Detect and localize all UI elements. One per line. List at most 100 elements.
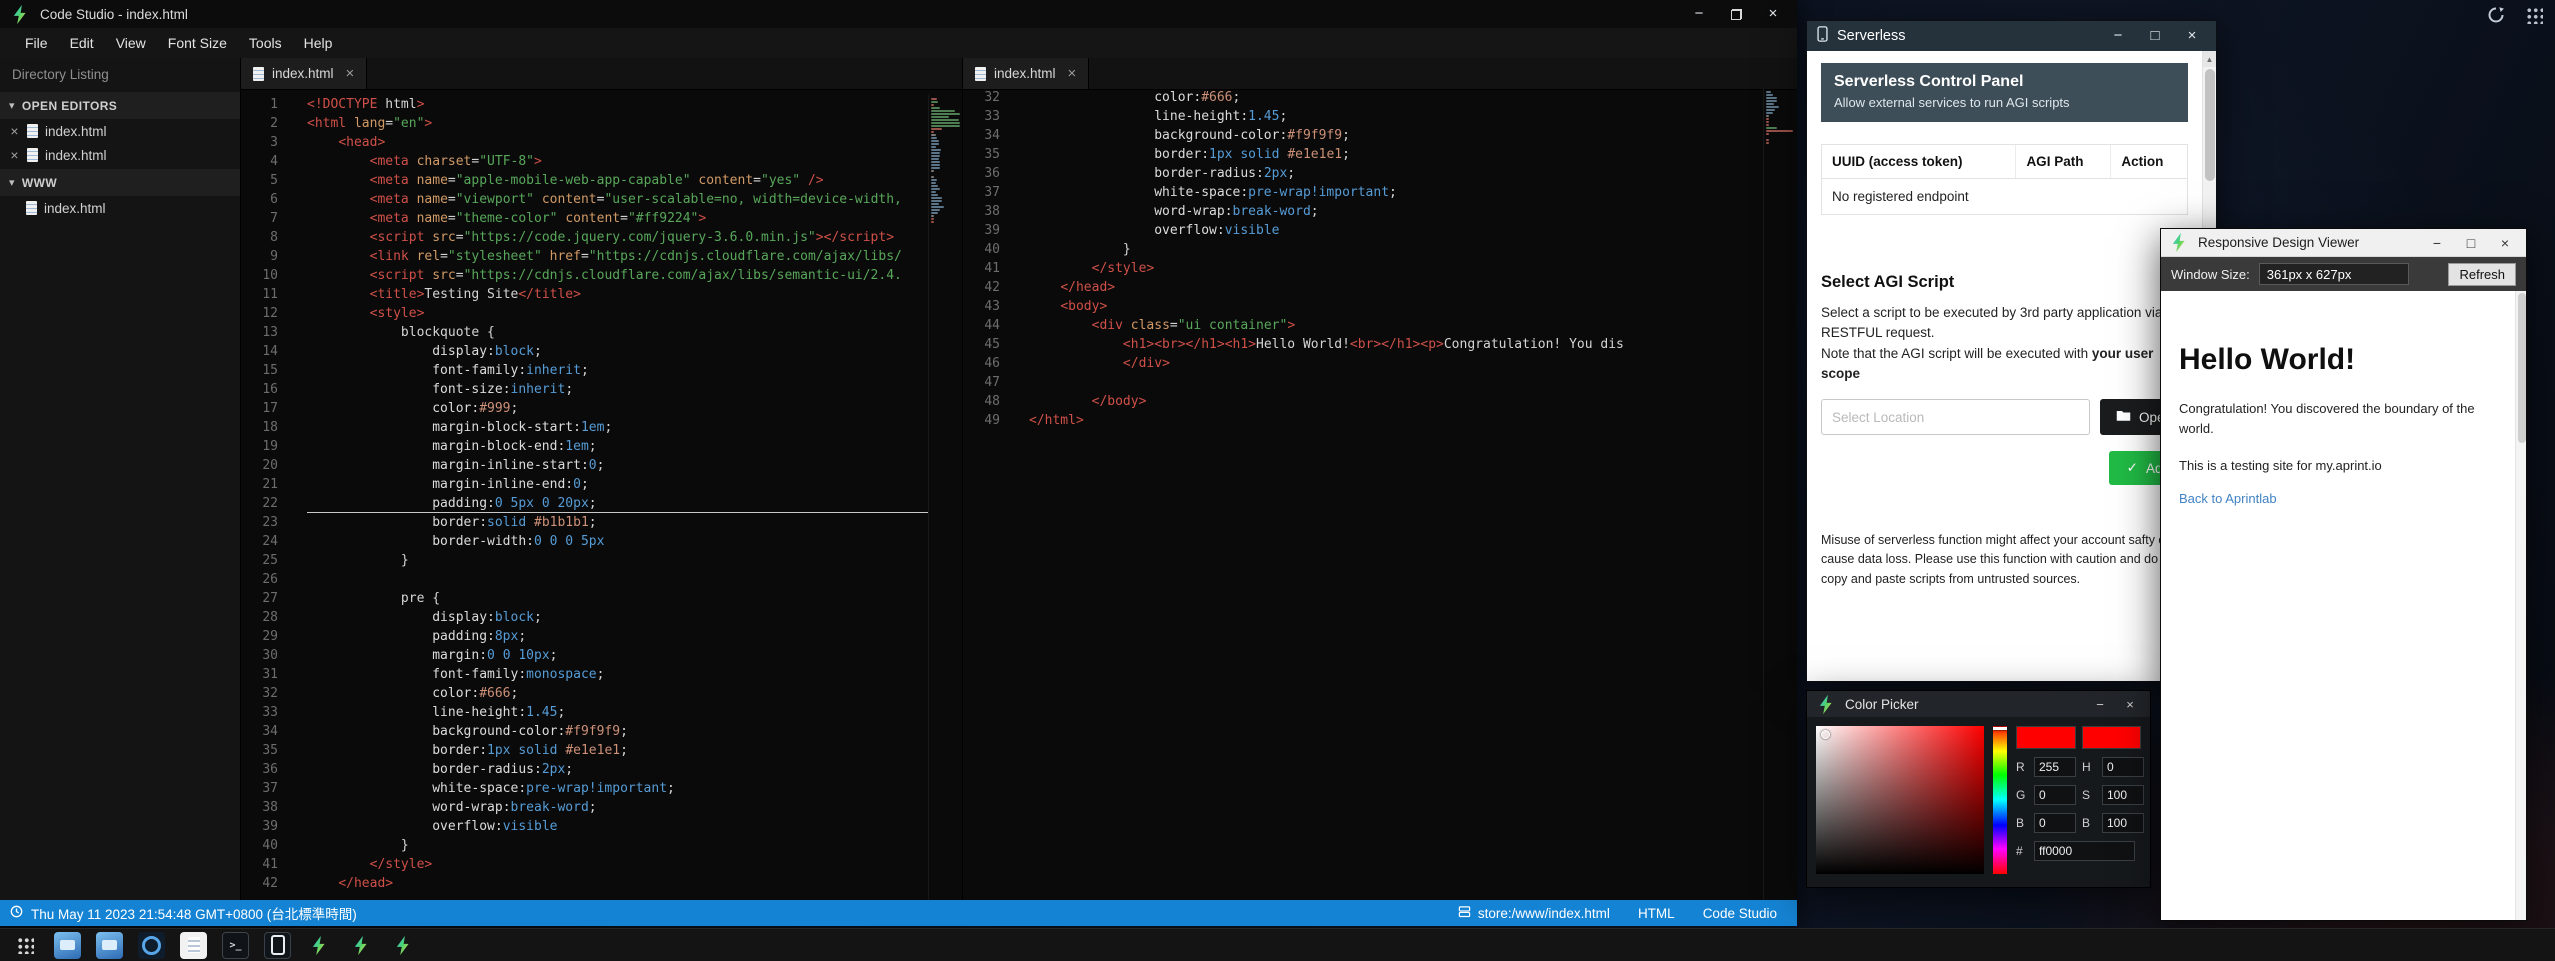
maximize-button[interactable]: □ [2141, 23, 2169, 49]
code-line: overflow:visible [1029, 221, 1763, 240]
scroll-up-icon[interactable]: ▲ [2203, 51, 2216, 67]
minimap-line [931, 125, 960, 127]
taskbar-apps-grid-icon[interactable] [12, 932, 39, 959]
close-file-icon[interactable]: × [9, 123, 20, 139]
sidebar-title: Directory Listing [0, 58, 240, 90]
color-picker-title-bar[interactable]: Color Picker − × [1807, 691, 2150, 717]
line-number: 19 [241, 437, 278, 456]
code-line: color:#999; [307, 399, 928, 418]
saturation-field[interactable] [2102, 785, 2144, 805]
scrollbar-thumb[interactable] [2518, 293, 2526, 443]
blue-field[interactable] [2034, 813, 2076, 833]
minimap-line [931, 212, 938, 214]
menu-font-size[interactable]: Font Size [157, 28, 238, 58]
preview-page: Hello World! Congratulation! You discove… [2161, 291, 2526, 920]
code-line: margin-inline-end:0; [307, 475, 928, 494]
minimize-button[interactable]: − [1685, 1, 1713, 27]
maximize-button[interactable]: □ [2458, 235, 2484, 251]
menu-help[interactable]: Help [293, 28, 344, 58]
apps-grid-dots [17, 937, 34, 954]
taskbar-files-icon[interactable] [96, 932, 123, 959]
line-number: 40 [241, 836, 278, 855]
menu-file[interactable]: File [14, 28, 59, 58]
minimap[interactable] [928, 95, 962, 900]
open-editors-list: ×index.html×index.html [0, 119, 240, 167]
code-line: <style> [307, 304, 928, 323]
code-area[interactable]: color:#666; line-height:1.45; background… [1015, 88, 1763, 900]
line-number: 32 [963, 88, 1000, 107]
minimize-button[interactable]: − [2424, 235, 2450, 251]
open-editors-header[interactable]: ▾ OPEN EDITORS [0, 92, 240, 119]
code-area[interactable]: <!DOCTYPE html><html lang="en"> <head> <… [293, 95, 928, 900]
minimap-line [1766, 121, 1769, 123]
taskbar-code-studio-icon[interactable] [348, 932, 375, 959]
code-editor-left[interactable]: 1234567891011121314151617181920212223242… [241, 90, 962, 900]
file-item[interactable]: ×index.html [0, 143, 240, 167]
taskbar-files-icon[interactable] [54, 932, 81, 959]
restore-button[interactable] [1722, 1, 1750, 27]
status-language[interactable]: HTML [1638, 906, 1675, 921]
minimap-line [931, 122, 960, 124]
tab-index-html[interactable]: index.html × [241, 58, 367, 89]
code-line: display:block; [307, 342, 928, 361]
title-bar[interactable]: Code Studio - index.html − × [0, 0, 1797, 28]
menu-tools[interactable]: Tools [238, 28, 293, 58]
close-button[interactable]: × [1759, 1, 1787, 27]
script-location-input[interactable] [1821, 399, 2090, 435]
minimize-button[interactable]: − [2104, 23, 2132, 49]
menu-edit[interactable]: Edit [59, 28, 105, 58]
minimize-button[interactable]: − [2089, 697, 2111, 712]
minimap-line [931, 158, 939, 160]
hex-field[interactable] [2034, 841, 2135, 861]
panel-title: Serverless Control Panel [1834, 73, 2175, 91]
refresh-icon[interactable] [2485, 4, 2507, 26]
line-number: 33 [241, 703, 278, 722]
code-line: margin:0 0 10px; [307, 646, 928, 665]
taskbar-code-studio-icon[interactable] [306, 932, 333, 959]
file-item[interactable]: ×index.html [0, 119, 240, 143]
scrollbar-thumb[interactable] [2205, 69, 2215, 181]
serverless-content: Serverless Control Panel Allow external … [1807, 51, 2216, 681]
line-number: 39 [241, 817, 278, 836]
line-number: 30 [241, 646, 278, 665]
responsive-viewer-title-bar[interactable]: Responsive Design Viewer − □ × [2161, 229, 2526, 257]
code-line: blockquote { [307, 323, 928, 342]
refresh-button[interactable]: Refresh [2448, 263, 2516, 286]
close-tab-icon[interactable]: × [1068, 65, 1077, 82]
saturation-brightness-field[interactable] [1816, 726, 1984, 874]
serverless-title-bar[interactable]: Serverless − □ × [1807, 21, 2216, 51]
back-to-aprintlab-link[interactable]: Back to Aprintlab [2179, 491, 2277, 506]
apps-grid-icon[interactable] [2523, 4, 2545, 26]
close-button[interactable]: × [2492, 235, 2518, 251]
taskbar-terminal-icon[interactable] [222, 932, 249, 959]
file-item[interactable]: index.html [0, 196, 240, 220]
hue-slider-thumb[interactable] [1993, 727, 2007, 730]
line-number: 37 [963, 183, 1000, 202]
close-tab-icon[interactable]: × [346, 65, 355, 82]
code-line: border:solid #b1b1b1; [307, 513, 928, 532]
tab-label: index.html [272, 66, 334, 81]
taskbar-browser-icon[interactable] [138, 932, 165, 959]
close-button[interactable]: × [2178, 23, 2206, 49]
window-size-input[interactable] [2259, 263, 2409, 285]
close-button[interactable]: × [2119, 697, 2141, 712]
taskbar-phone-icon[interactable] [264, 932, 291, 959]
taskbar-document-icon[interactable] [180, 932, 207, 959]
folder-header-www[interactable]: ▾ WWW [0, 169, 240, 196]
red-field[interactable] [2034, 757, 2076, 777]
line-number: 31 [241, 665, 278, 684]
minimap[interactable] [1763, 88, 1797, 900]
code-editor-right[interactable]: 323334353637383940414243444546474849 col… [963, 83, 1797, 900]
hue-field[interactable] [2102, 757, 2144, 777]
hue-slider[interactable] [1993, 726, 2007, 874]
taskbar-code-studio-icon[interactable] [390, 932, 417, 959]
menu-view[interactable]: View [105, 28, 157, 58]
line-number: 44 [963, 316, 1000, 335]
file-name: index.html [44, 201, 106, 216]
status-file-path[interactable]: store:/www/index.html [1478, 906, 1610, 921]
brightness-field[interactable] [2102, 813, 2144, 833]
close-file-icon[interactable]: × [9, 147, 20, 163]
scrollbar[interactable] [2515, 291, 2526, 920]
color-cursor[interactable] [1821, 730, 1830, 739]
green-field[interactable] [2034, 785, 2076, 805]
